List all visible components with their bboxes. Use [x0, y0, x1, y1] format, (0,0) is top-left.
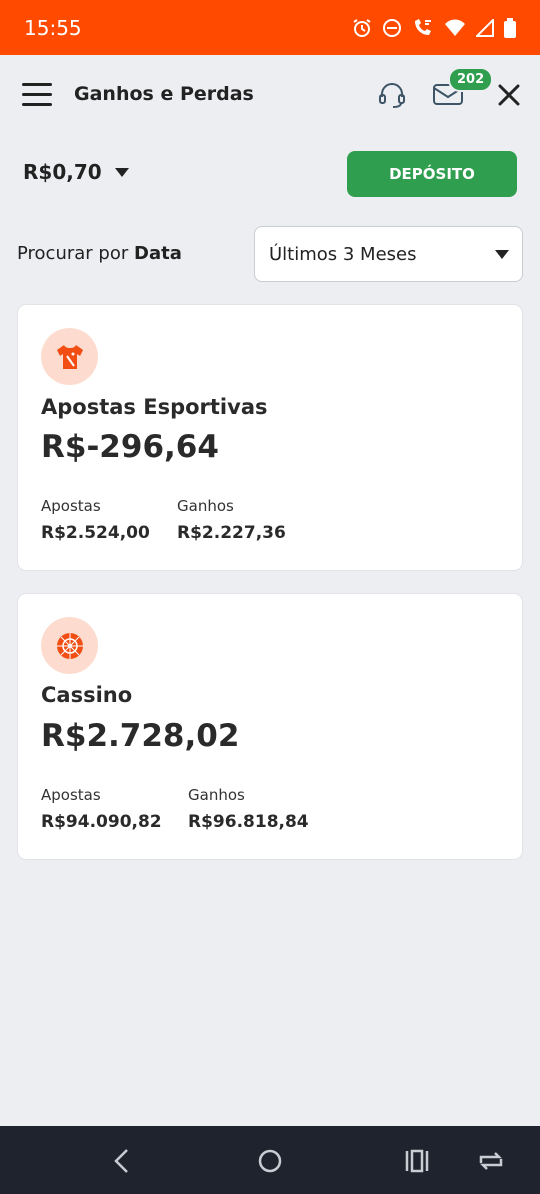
casino-card[interactable]: Cassino R$2.728,02 Apostas R$94.090,82 G…	[17, 593, 523, 860]
battery-icon	[504, 17, 516, 38]
search-label-strong: Data	[134, 243, 182, 264]
status-bar: 15:55	[0, 0, 540, 55]
rotate-icon[interactable]	[477, 1148, 505, 1174]
bets-label: Apostas	[41, 786, 101, 804]
recents-icon[interactable]	[404, 1148, 430, 1174]
bets-value: R$2.524,00	[41, 523, 150, 543]
wins-label: Ganhos	[188, 786, 245, 804]
card-title: Apostas Esportivas	[41, 395, 268, 419]
alarm-icon	[353, 18, 371, 37]
wins-value: R$96.818,84	[188, 812, 309, 832]
caret-down-icon	[114, 168, 129, 177]
mail-badge: 202	[448, 67, 494, 92]
sports-jersey-icon	[41, 328, 98, 385]
dnd-icon	[383, 18, 401, 37]
bets-value: R$94.090,82	[41, 812, 162, 832]
search-label-prefix: Procurar por	[17, 243, 129, 264]
search-label: Procurar por Data	[17, 243, 182, 264]
wins-label: Ganhos	[177, 497, 234, 515]
wifi-icon	[445, 19, 465, 36]
close-icon[interactable]	[497, 83, 521, 107]
balance-amount: R$0,70	[23, 160, 102, 184]
sports-bets-card[interactable]: Apostas Esportivas R$-296,64 Apostas R$2…	[17, 304, 523, 571]
wifi-call-icon	[415, 18, 431, 35]
balance-dropdown[interactable]: R$0,70	[23, 160, 130, 184]
deposit-button[interactable]: DEPÓSITO	[347, 151, 517, 197]
app-header: Ganhos e Perdas 202	[0, 55, 540, 135]
back-icon[interactable]	[112, 1148, 132, 1174]
signal-icon	[476, 18, 494, 37]
status-icons	[352, 17, 516, 38]
card-title: Cassino	[41, 683, 133, 707]
wins-value: R$2.227,36	[177, 523, 286, 543]
card-net-amount: R$2.728,02	[41, 718, 240, 754]
hamburger-menu-icon[interactable]	[22, 83, 52, 107]
card-net-amount: R$-296,64	[41, 429, 219, 465]
headset-support-icon[interactable]	[377, 80, 407, 110]
bets-label: Apostas	[41, 497, 101, 515]
page-title: Ganhos e Perdas	[74, 83, 254, 105]
caret-down-icon	[495, 250, 509, 259]
roulette-icon	[41, 617, 98, 674]
system-nav-bar	[0, 1126, 540, 1194]
home-icon[interactable]	[257, 1148, 283, 1174]
period-select-value: Últimos 3 Meses	[269, 243, 417, 265]
status-time: 15:55	[24, 15, 82, 40]
period-select[interactable]: Últimos 3 Meses	[254, 226, 523, 282]
